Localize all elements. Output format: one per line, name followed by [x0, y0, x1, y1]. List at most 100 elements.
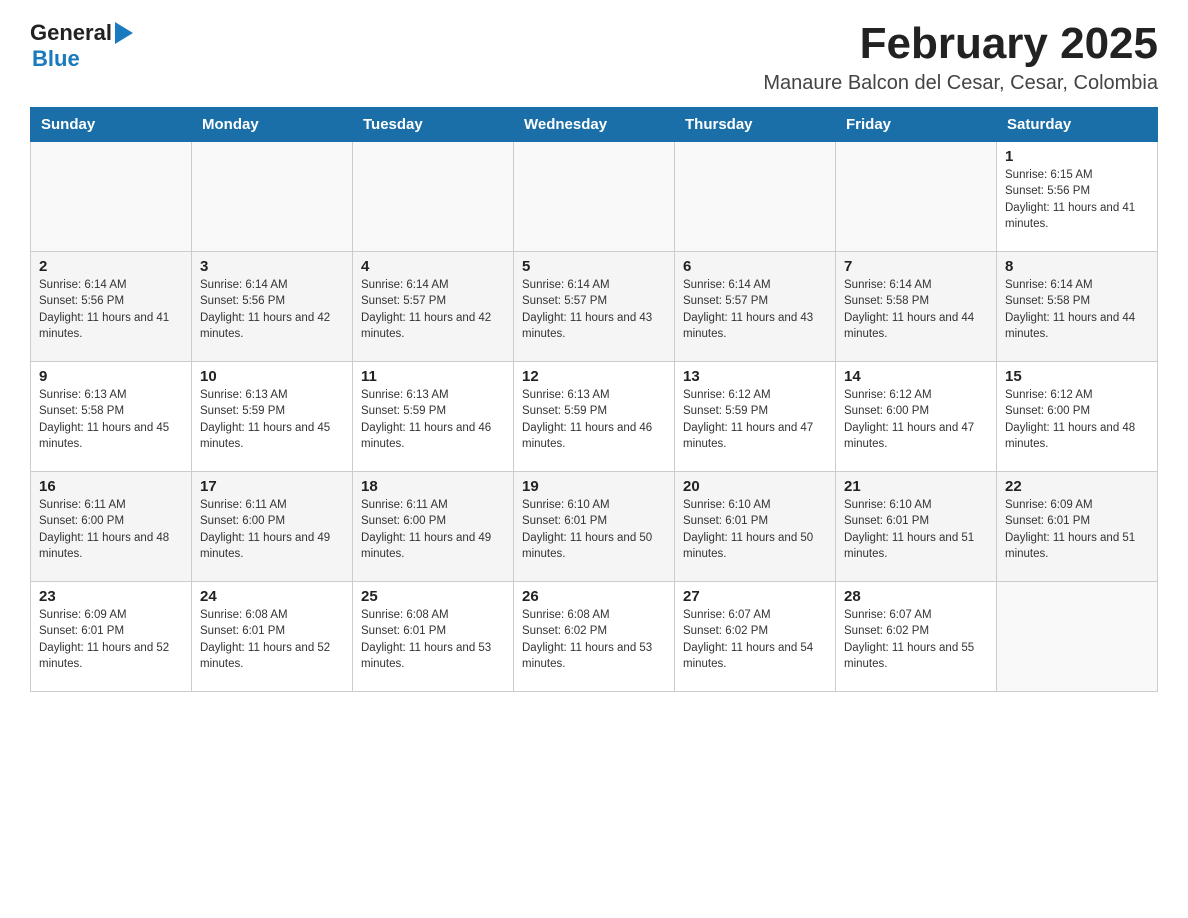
day-info: Sunrise: 6:13 AM Sunset: 5:59 PM Dayligh… [361, 387, 505, 451]
calendar-day-cell: 17Sunrise: 6:11 AM Sunset: 6:00 PM Dayli… [192, 472, 353, 582]
calendar-day-cell: 12 Sunrise: 6:13 AM Sunset: 5:59 PM Dayli… [514, 362, 675, 472]
day-number: 13 [683, 368, 827, 385]
calendar-day-cell: 25 Sunrise: 6:08 AM Sunset: 6:01 PM Dayli… [353, 582, 514, 692]
day-number: 5 [522, 258, 666, 275]
day-info: Sunrise: 6:13 AM Sunset: 5:59 PM Dayligh… [522, 387, 666, 451]
day-number: 8 [1005, 258, 1149, 275]
logo-general-text: General [30, 20, 112, 46]
day-number: 26 [522, 588, 666, 605]
calendar-day-cell: 5Sunrise: 6:14 AM Sunset: 5:57 PM Daylig… [514, 252, 675, 362]
calendar-week-row: 1 Sunrise: 6:15 AM Sunset: 5:56 PM Daylig… [31, 142, 1158, 252]
calendar-day-cell: 1 Sunrise: 6:15 AM Sunset: 5:56 PM Daylig… [997, 142, 1158, 252]
calendar-day-cell: 2Sunrise: 6:14 AM Sunset: 5:56 PM Daylig… [31, 252, 192, 362]
day-number: 1 [1005, 148, 1149, 165]
day-number: 17 [200, 478, 344, 495]
calendar-day-cell: 15 Sunrise: 6:12 AM Sunset: 6:00 PM Dayli… [997, 362, 1158, 472]
calendar-day-cell: 24 Sunrise: 6:08 AM Sunset: 6:01 PM Dayli… [192, 582, 353, 692]
calendar-day-cell [836, 142, 997, 252]
calendar-day-cell: 7 Sunrise: 6:14 AM Sunset: 5:58 PM Daylig… [836, 252, 997, 362]
header-sunday: Sunday [31, 108, 192, 142]
day-number: 4 [361, 258, 505, 275]
day-info: Sunrise: 6:14 AM Sunset: 5:58 PM Dayligh… [844, 277, 988, 341]
day-number: 24 [200, 588, 344, 605]
day-info: Sunrise: 6:08 AM Sunset: 6:01 PM Dayligh… [361, 607, 505, 671]
day-number: 2 [39, 258, 183, 275]
day-info: Sunrise: 6:10 AM Sunset: 6:01 PM Dayligh… [683, 497, 827, 561]
calendar-day-cell: 20 Sunrise: 6:10 AM Sunset: 6:01 PM Dayli… [675, 472, 836, 582]
logo: General Blue [30, 20, 133, 72]
day-number: 7 [844, 258, 988, 275]
day-number: 18 [361, 478, 505, 495]
calendar-day-cell [675, 142, 836, 252]
day-number: 19 [522, 478, 666, 495]
calendar-day-cell: 4 Sunrise: 6:14 AM Sunset: 5:57 PM Daylig… [353, 252, 514, 362]
day-number: 22 [1005, 478, 1149, 495]
calendar-day-cell: 8 Sunrise: 6:14 AM Sunset: 5:58 PM Daylig… [997, 252, 1158, 362]
location-title: Manaure Balcon del Cesar, Cesar, Colombi… [763, 72, 1158, 95]
day-number: 3 [200, 258, 344, 275]
calendar-day-cell: 21 Sunrise: 6:10 AM Sunset: 6:01 PM Dayli… [836, 472, 997, 582]
day-number: 25 [361, 588, 505, 605]
day-info: Sunrise: 6:09 AM Sunset: 6:01 PM Dayligh… [39, 607, 183, 671]
day-info: Sunrise: 6:14 AM Sunset: 5:56 PM Dayligh… [200, 277, 344, 341]
header-monday: Monday [192, 108, 353, 142]
calendar-day-cell [514, 142, 675, 252]
day-info: Sunrise: 6:13 AM Sunset: 5:58 PM Dayligh… [39, 387, 183, 451]
logo-blue-text: Blue [32, 46, 80, 71]
day-info: Sunrise: 6:10 AM Sunset: 6:01 PM Dayligh… [844, 497, 988, 561]
calendar-day-cell [997, 582, 1158, 692]
calendar-day-cell: 28 Sunrise: 6:07 AM Sunset: 6:02 PM Dayli… [836, 582, 997, 692]
day-number: 23 [39, 588, 183, 605]
calendar-day-cell: 19 Sunrise: 6:10 AM Sunset: 6:01 PM Dayli… [514, 472, 675, 582]
day-number: 14 [844, 368, 988, 385]
header-friday: Friday [836, 108, 997, 142]
day-number: 21 [844, 478, 988, 495]
logo-arrow-icon [115, 22, 133, 44]
day-info: Sunrise: 6:08 AM Sunset: 6:01 PM Dayligh… [200, 607, 344, 671]
calendar-day-cell [353, 142, 514, 252]
day-number: 28 [844, 588, 988, 605]
day-info: Sunrise: 6:14 AM Sunset: 5:57 PM Dayligh… [361, 277, 505, 341]
day-number: 27 [683, 588, 827, 605]
day-info: Sunrise: 6:11 AM Sunset: 6:00 PM Dayligh… [361, 497, 505, 561]
day-info: Sunrise: 6:15 AM Sunset: 5:56 PM Dayligh… [1005, 167, 1149, 231]
calendar-week-row: 2 Sunrise: 6:14 AM Sunset: 5:56 PM Daylig… [31, 252, 1158, 362]
header-saturday: Saturday [997, 108, 1158, 142]
calendar-day-cell: 9 Sunrise: 6:13 AM Sunset: 5:58 PM Daylig… [31, 362, 192, 472]
calendar-day-cell [31, 142, 192, 252]
day-info: Sunrise: 6:10 AM Sunset: 6:01 PM Dayligh… [522, 497, 666, 561]
calendar-day-cell: 13 Sunrise: 6:12 AM Sunset: 5:59 PM Dayli… [675, 362, 836, 472]
day-info: Sunrise: 6:09 AM Sunset: 6:01 PM Dayligh… [1005, 497, 1149, 561]
calendar-day-cell: 3 Sunrise: 6:14 AM Sunset: 5:56 PM Daylig… [192, 252, 353, 362]
calendar-day-cell: 18 Sunrise: 6:11 AM Sunset: 6:00 PM Dayli… [353, 472, 514, 582]
calendar-day-cell: 27 Sunrise: 6:07 AM Sunset: 6:02 PM Dayli… [675, 582, 836, 692]
day-info: Sunrise: 6:12 AM Sunset: 6:00 PM Dayligh… [844, 387, 988, 451]
day-info: Sunrise: 6:07 AM Sunset: 6:02 PM Dayligh… [844, 607, 988, 671]
weekday-header-row: Sunday Monday Tuesday Wednesday Thursday… [31, 108, 1158, 142]
day-number: 16 [39, 478, 183, 495]
calendar-day-cell: 14 Sunrise: 6:12 AM Sunset: 6:00 PM Dayli… [836, 362, 997, 472]
day-info: Sunrise: 6:14 AM Sunset: 5:58 PM Dayligh… [1005, 277, 1149, 341]
calendar-table: Sunday Monday Tuesday Wednesday Thursday… [30, 107, 1158, 692]
day-number: 11 [361, 368, 505, 385]
calendar-day-cell: 6Sunrise: 6:14 AM Sunset: 5:57 PM Daylig… [675, 252, 836, 362]
calendar-day-cell: 23 Sunrise: 6:09 AM Sunset: 6:01 PM Dayli… [31, 582, 192, 692]
calendar-day-cell: 26Sunrise: 6:08 AM Sunset: 6:02 PM Dayli… [514, 582, 675, 692]
calendar-week-row: 23 Sunrise: 6:09 AM Sunset: 6:01 PM Dayli… [31, 582, 1158, 692]
day-info: Sunrise: 6:07 AM Sunset: 6:02 PM Dayligh… [683, 607, 827, 671]
day-number: 10 [200, 368, 344, 385]
day-info: Sunrise: 6:12 AM Sunset: 5:59 PM Dayligh… [683, 387, 827, 451]
calendar-day-cell: 16Sunrise: 6:11 AM Sunset: 6:00 PM Dayli… [31, 472, 192, 582]
day-info: Sunrise: 6:12 AM Sunset: 6:00 PM Dayligh… [1005, 387, 1149, 451]
header-thursday: Thursday [675, 108, 836, 142]
day-number: 12 [522, 368, 666, 385]
day-info: Sunrise: 6:13 AM Sunset: 5:59 PM Dayligh… [200, 387, 344, 451]
day-number: 20 [683, 478, 827, 495]
calendar-week-row: 9 Sunrise: 6:13 AM Sunset: 5:58 PM Daylig… [31, 362, 1158, 472]
day-info: Sunrise: 6:14 AM Sunset: 5:57 PM Dayligh… [683, 277, 827, 341]
calendar-day-cell [192, 142, 353, 252]
page-header: General Blue February 2025 Manaure Balco… [30, 20, 1158, 95]
day-number: 9 [39, 368, 183, 385]
day-number: 15 [1005, 368, 1149, 385]
month-title: February 2025 [763, 20, 1158, 68]
